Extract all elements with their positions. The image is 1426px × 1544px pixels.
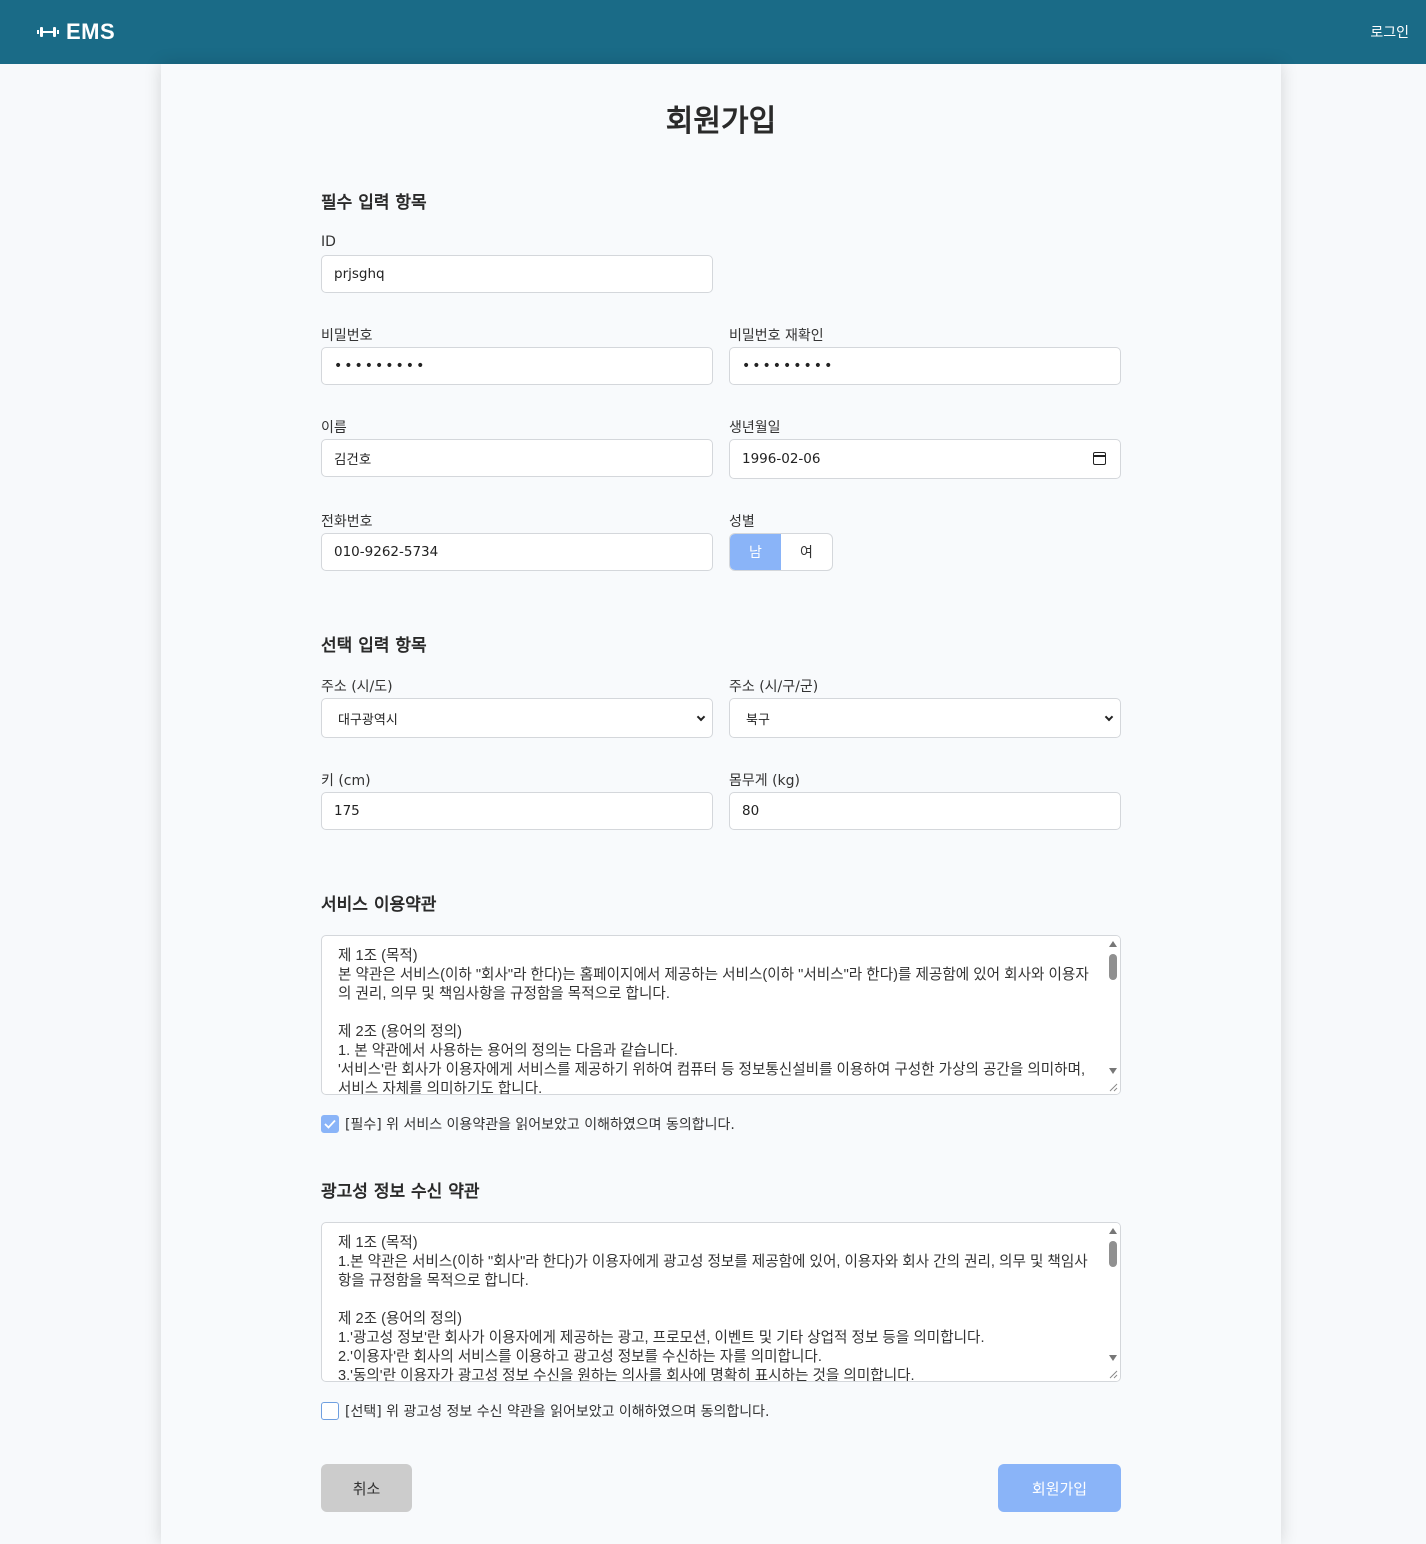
- gender-label: 성별: [729, 514, 755, 530]
- scroll-thumb[interactable]: [1109, 1241, 1117, 1267]
- id-label: ID: [321, 234, 336, 250]
- id-value: prjsghq: [334, 266, 385, 282]
- district-select[interactable]: 북구: [729, 698, 1121, 738]
- phone-label: 전화번호: [321, 514, 373, 530]
- service-terms-agree-row[interactable]: [필수] 위 서비스 이용약관을 읽어보았고 이해하였으며 동의합니다.: [321, 1114, 735, 1134]
- login-link[interactable]: 로그인: [1370, 22, 1409, 42]
- phone-input[interactable]: 010-9262-5734: [321, 533, 713, 571]
- height-label: 키 (cm): [321, 773, 371, 789]
- password-input[interactable]: •••••••••: [321, 347, 713, 385]
- ad-terms-title: 광고성 정보 수신 약관: [321, 1182, 480, 1202]
- password-value: •••••••••: [334, 358, 427, 374]
- resize-handle-icon[interactable]: [1108, 1369, 1118, 1379]
- city-label: 주소 (시/도): [321, 679, 393, 695]
- height-value: 175: [334, 803, 360, 819]
- service-terms-text: 제 1조 (목적) 본 약관은 서비스(이하 "회사"라 한다)는 홈페이지에서…: [338, 948, 1089, 1095]
- birth-label: 생년월일: [729, 420, 781, 436]
- brand-logo[interactable]: EMS: [36, 18, 115, 46]
- birth-value: 1996-02-06: [742, 451, 821, 467]
- district-value: 북구: [746, 712, 770, 728]
- password-label: 비밀번호: [321, 328, 373, 344]
- scroll-up-icon[interactable]: [1109, 941, 1117, 947]
- top-navbar: EMS 로그인: [0, 0, 1426, 64]
- scrollbar[interactable]: [1106, 1223, 1120, 1381]
- optional-section-title: 선택 입력 항목: [321, 636, 427, 656]
- id-input[interactable]: prjsghq: [321, 255, 713, 293]
- height-input[interactable]: 175: [321, 792, 713, 830]
- chevron-down-icon: [696, 712, 706, 722]
- ad-terms-text: 제 1조 (목적) 1.본 약관은 서비스(이하 "회사"라 한다)가 이용자에…: [338, 1235, 1088, 1382]
- page-title: 회원가입: [665, 104, 777, 139]
- calendar-icon[interactable]: [1093, 452, 1106, 465]
- phone-value: 010-9262-5734: [334, 544, 439, 560]
- city-select[interactable]: 대구광역시: [321, 698, 713, 738]
- district-label: 주소 (시/구/군): [729, 679, 819, 695]
- name-value: 김건호: [334, 452, 372, 468]
- scroll-down-icon[interactable]: [1109, 1355, 1117, 1361]
- service-terms-agree-label: [필수] 위 서비스 이용약관을 읽어보았고 이해하였으며 동의합니다.: [345, 1117, 735, 1133]
- service-terms-textarea[interactable]: 제 1조 (목적) 본 약관은 서비스(이하 "회사"라 한다)는 홈페이지에서…: [321, 935, 1121, 1095]
- ad-terms-agree-row[interactable]: [선택] 위 광고성 정보 수신 약관을 읽어보았고 이해하였으며 동의합니다.: [321, 1401, 770, 1421]
- birth-date-input[interactable]: 1996-02-06: [729, 439, 1121, 479]
- gender-toggle: 남 여: [729, 533, 833, 571]
- weight-label: 몸무게 (kg): [729, 773, 801, 789]
- scroll-thumb[interactable]: [1109, 954, 1117, 980]
- city-value: 대구광역시: [338, 712, 398, 728]
- scrollbar[interactable]: [1106, 936, 1120, 1094]
- gender-female-button[interactable]: 여: [781, 534, 832, 570]
- service-terms-checkbox[interactable]: [321, 1115, 339, 1133]
- resize-handle-icon[interactable]: [1108, 1082, 1118, 1092]
- password-confirm-input[interactable]: •••••••••: [729, 347, 1121, 385]
- check-icon: [324, 1119, 336, 1129]
- name-input[interactable]: 김건호: [321, 439, 713, 477]
- signup-submit-button[interactable]: 회원가입: [998, 1464, 1121, 1512]
- ad-terms-textarea[interactable]: 제 1조 (목적) 1.본 약관은 서비스(이하 "회사"라 한다)가 이용자에…: [321, 1222, 1121, 1382]
- service-terms-title: 서비스 이용약관: [321, 895, 437, 915]
- ad-terms-checkbox[interactable]: [321, 1402, 339, 1420]
- weight-value: 80: [742, 803, 760, 819]
- weight-input[interactable]: 80: [729, 792, 1121, 830]
- name-label: 이름: [321, 420, 347, 436]
- chevron-down-icon: [1104, 712, 1114, 722]
- password-confirm-value: •••••••••: [742, 358, 835, 374]
- cancel-button[interactable]: 취소: [321, 1464, 412, 1512]
- signup-form-card: 회원가입 필수 입력 항목 ID prjsghq 비밀번호 ••••••••• …: [161, 64, 1281, 1544]
- required-section-title: 필수 입력 항목: [321, 193, 427, 213]
- ad-terms-agree-label: [선택] 위 광고성 정보 수신 약관을 읽어보았고 이해하였으며 동의합니다.: [345, 1404, 770, 1420]
- scroll-up-icon[interactable]: [1109, 1228, 1117, 1234]
- password-confirm-label: 비밀번호 재확인: [729, 328, 824, 344]
- brand-name: EMS: [66, 19, 116, 44]
- dumbbell-icon: [36, 25, 60, 39]
- gender-male-button[interactable]: 남: [730, 534, 781, 570]
- scroll-down-icon[interactable]: [1109, 1068, 1117, 1074]
